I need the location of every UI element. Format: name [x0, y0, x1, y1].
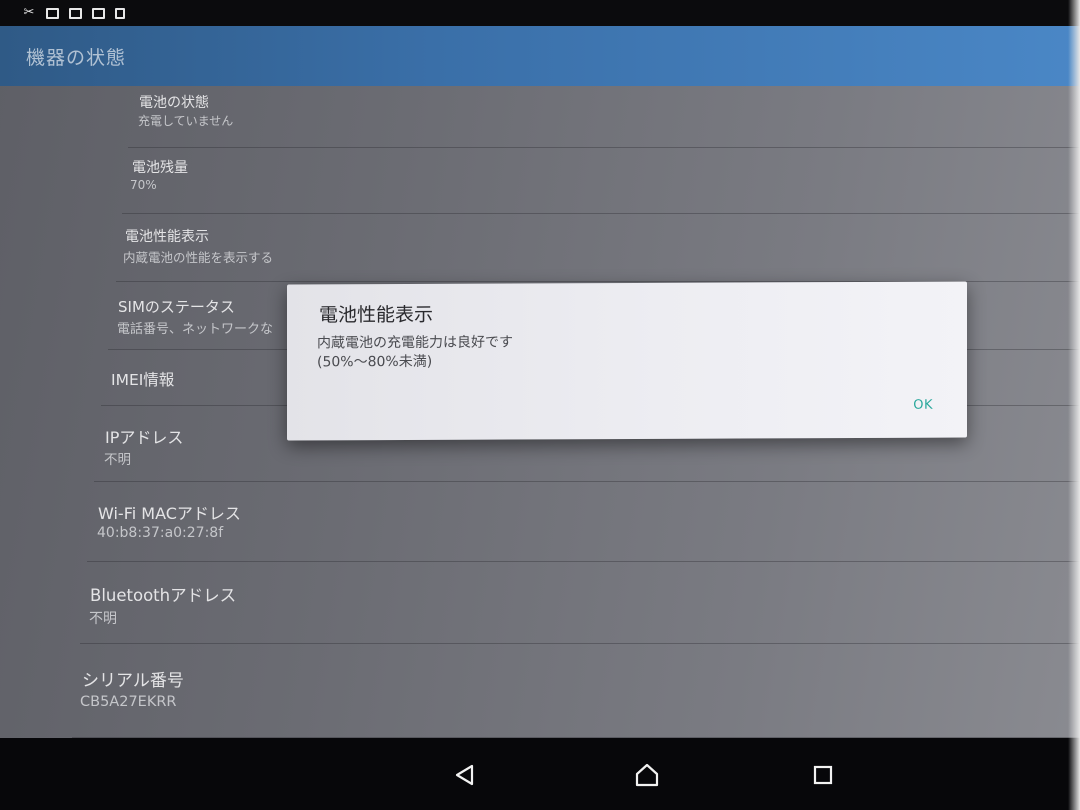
recents-icon	[813, 765, 833, 785]
notification-icon	[69, 7, 82, 19]
list-item-title: 電池残量	[132, 160, 188, 176]
list-item-title: 電池の状態	[139, 95, 209, 111]
list-item-battery-performance[interactable]: 電池性能表示 内蔵電池の性能を表示する	[0, 214, 1080, 282]
list-item-title: シリアル番号	[82, 671, 184, 691]
back-icon	[455, 764, 474, 786]
list-item-wifi-mac[interactable]: Wi-Fi MACアドレス 40:b8:37:a0:27:8f	[0, 482, 1080, 562]
screen: ✂ 機器の状態 電池の状態 充電していません 電池残量 70% 電池性能表示 内…	[0, 0, 1080, 810]
list-item-title: SIMのステータス	[118, 298, 235, 316]
list-item-subtitle: 70%	[130, 178, 157, 192]
dialog-message-line2: (50%〜80%未満)	[317, 353, 433, 371]
list-item-subtitle: 不明	[89, 611, 117, 627]
navigation-bar	[0, 738, 1080, 810]
home-icon	[635, 763, 659, 787]
dialog-title: 電池性能表示	[319, 303, 434, 327]
list-item-subtitle: 40:b8:37:a0:27:8f	[97, 525, 224, 541]
list-item-serial-number[interactable]: シリアル番号 CB5A27EKRR	[0, 644, 1080, 738]
page-title: 機器の状態	[26, 46, 127, 69]
list-item-subtitle: CB5A27EKRR	[80, 694, 177, 710]
list-item-battery-status[interactable]: 電池の状態 充電していません	[0, 86, 1080, 148]
back-button[interactable]	[450, 760, 480, 790]
device-frame: ✂ 機器の状態 電池の状態 充電していません 電池残量 70% 電池性能表示 内…	[0, 0, 1080, 810]
list-item-title: IMEI情報	[111, 371, 175, 389]
sim-icon	[46, 7, 59, 19]
home-button[interactable]	[632, 760, 662, 790]
status-bar: ✂	[0, 0, 1080, 26]
sd-card-icon	[115, 7, 125, 19]
list-item-subtitle: 充電していません	[138, 114, 234, 128]
app-bar: 機器の状態	[0, 26, 1080, 86]
recents-button[interactable]	[808, 760, 838, 790]
list-item-title: IPアドレス	[105, 428, 184, 447]
list-item-subtitle: 不明	[104, 452, 131, 468]
list-item-battery-level[interactable]: 電池残量 70%	[0, 148, 1080, 214]
battery-performance-dialog: 電池性能表示 内蔵電池の充電能力は良好です (50%〜80%未満) OK	[287, 281, 967, 441]
list-item-bluetooth-address[interactable]: Bluetoothアドレス 不明	[0, 562, 1080, 644]
dialog-message: 内蔵電池の充電能力は良好です (50%〜80%未満)	[317, 333, 513, 372]
list-item-subtitle: 内蔵電池の性能を表示する	[123, 250, 274, 265]
screenshot-icon: ✂	[23, 5, 35, 20]
ok-button[interactable]: OK	[913, 398, 933, 413]
list-item-title: Bluetoothアドレス	[90, 586, 237, 605]
card-icon	[92, 7, 105, 19]
list-item-title: 電池性能表示	[125, 229, 209, 245]
device-bezel	[1068, 0, 1080, 810]
dialog-message-line1: 内蔵電池の充電能力は良好です	[317, 334, 513, 352]
list-item-subtitle: 電話番号、ネットワークな	[117, 322, 274, 337]
list-item-title: Wi-Fi MACアドレス	[98, 504, 241, 523]
